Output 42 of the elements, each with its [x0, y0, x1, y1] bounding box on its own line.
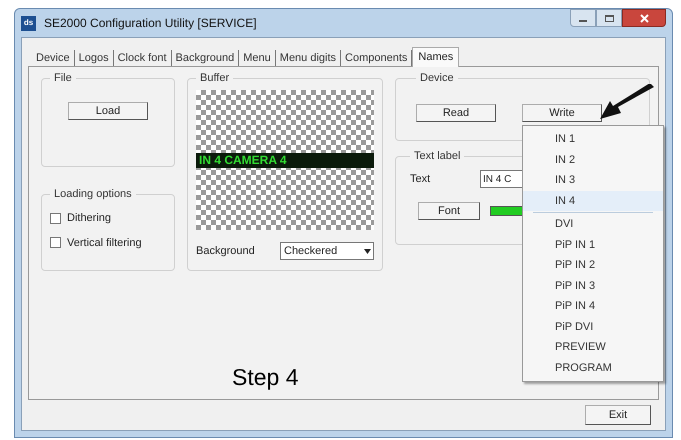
close-icon: [640, 14, 648, 22]
background-dropdown[interactable]: Checkered: [280, 242, 374, 260]
background-label: Background: [196, 244, 255, 259]
menu-item[interactable]: PROGRAM: [523, 358, 663, 378]
window-title: SE2000 Configuration Utility [SERVICE]: [44, 15, 257, 32]
group-title: Loading options: [53, 189, 133, 200]
menu-item[interactable]: PiP IN 3: [523, 276, 663, 296]
menu-item[interactable]: IN 2: [523, 150, 663, 170]
menu-item[interactable]: IN 1: [523, 129, 663, 150]
checkbox[interactable]: [50, 212, 61, 224]
pointer-arrow-icon: [598, 84, 656, 122]
group-title: Text label: [413, 151, 462, 162]
checkbox[interactable]: [50, 237, 61, 248]
menu-item[interactable]: PiP IN 4: [523, 296, 663, 316]
checkbox-label: Vertical filtering: [67, 236, 142, 250]
step-annotation: Step 4: [232, 366, 298, 389]
menu-item[interactable]: PiP IN 2: [523, 255, 663, 276]
exit-button[interactable]: Exit: [585, 405, 651, 425]
group-title: Device: [419, 73, 455, 84]
minimize-button[interactable]: [570, 9, 596, 27]
menu-item[interactable]: PiP DVI: [523, 316, 663, 337]
checkbox-label: Dithering: [67, 211, 112, 226]
close-button[interactable]: [622, 9, 666, 27]
font-button[interactable]: Font: [418, 202, 480, 220]
load-button[interactable]: Load: [68, 102, 148, 120]
minimize-icon: [579, 20, 587, 22]
menu-item[interactable]: IN 4: [523, 190, 663, 211]
maximize-icon: [604, 14, 614, 22]
text-label: Text: [410, 172, 432, 187]
menu-item[interactable]: DVI: [523, 214, 663, 234]
write-button[interactable]: Write: [522, 104, 602, 122]
menu-item[interactable]: PREVIEW: [523, 337, 663, 358]
read-button[interactable]: Read: [416, 104, 496, 122]
group-title: File: [53, 73, 73, 84]
menu-item[interactable]: IN 3: [523, 170, 663, 190]
tab[interactable]: Names: [412, 47, 460, 67]
dropdown-caret-icon: [364, 248, 371, 254]
menu-item[interactable]: PiP IN 1: [523, 234, 663, 255]
app-icon: ds: [21, 16, 36, 30]
maximize-button[interactable]: [596, 9, 622, 27]
group-title: Buffer: [199, 73, 230, 84]
preview-label: IN 4 CAMERA 4: [196, 152, 374, 168]
